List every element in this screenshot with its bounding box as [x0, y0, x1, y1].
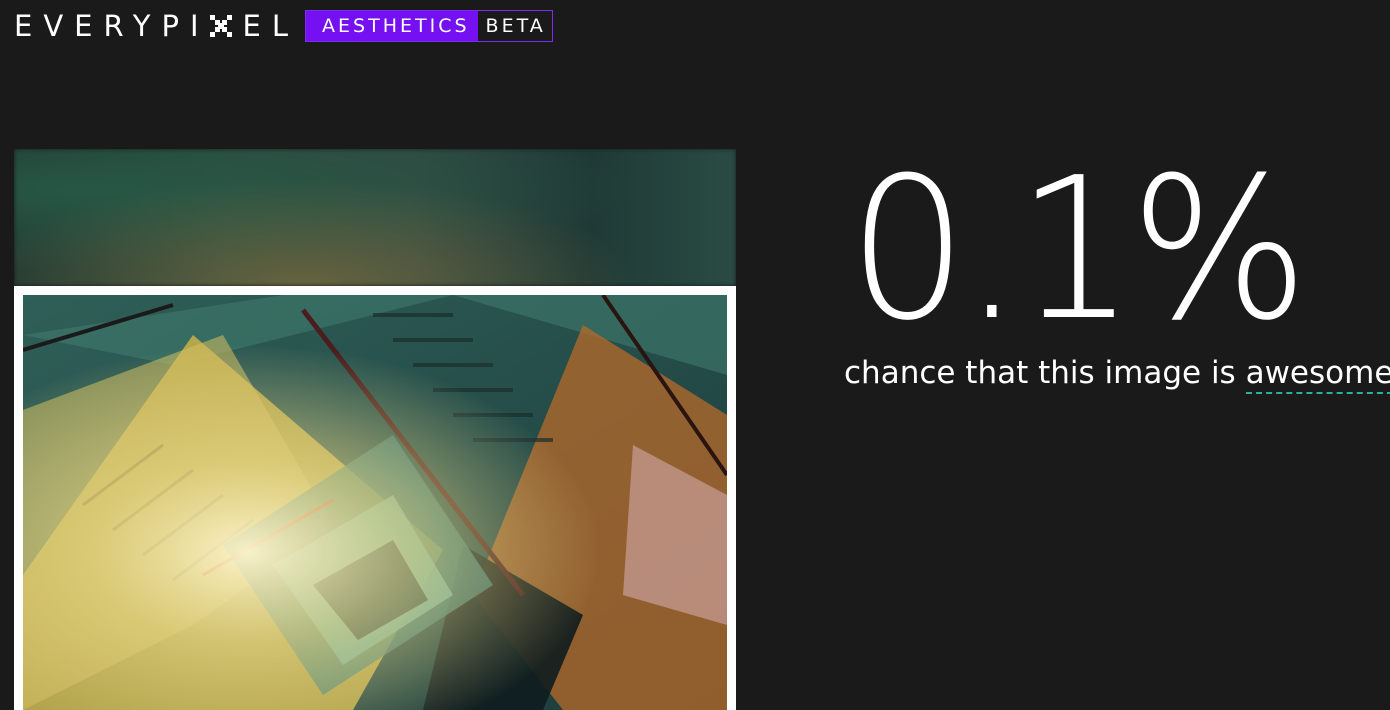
badge-tag: BETA [485, 15, 546, 37]
staircase-illustration [23, 295, 727, 710]
uploaded-image-frame [14, 149, 736, 710]
header: EVERYPI EL AESTHETICS BETA [14, 8, 553, 44]
aesthetics-beta-badge[interactable]: AESTHETICS BETA [305, 10, 553, 42]
pixel-x-icon [209, 15, 232, 37]
everypixel-logo[interactable]: EVERYPI EL [14, 8, 299, 44]
spiral-staircase-photo [23, 295, 727, 710]
logo-text-before: EVERYPI [14, 9, 210, 43]
badge-label: AESTHETICS [306, 11, 478, 41]
blurred-image-backdrop [14, 149, 736, 286]
logo-text-after: EL [242, 9, 300, 43]
awesome-probability-score: 0.1% [848, 136, 1309, 364]
aesthetics-result: 0.1% chance that this image is awesome [840, 136, 1390, 394]
